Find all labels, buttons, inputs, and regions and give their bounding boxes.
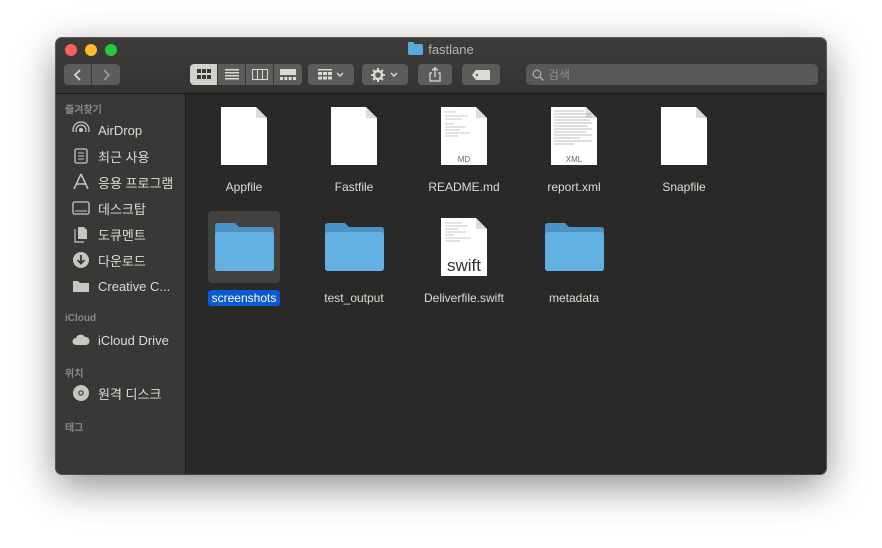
icon-view-button[interactable] (190, 64, 218, 85)
window-title-text: fastlane (428, 42, 474, 57)
toolbar: fastlane (56, 38, 826, 94)
sidebar-item-label: 응용 프로그램 (98, 175, 174, 191)
xml-document-icon: XML (538, 100, 610, 172)
grid-icon (196, 69, 211, 79)
tag-icon (472, 69, 490, 80)
file-item-test-output[interactable]: test_output (304, 211, 404, 307)
sidebar-item-recents[interactable]: 최근 사용 (72, 145, 184, 167)
airdrop-icon (72, 121, 90, 139)
folder-icon (408, 42, 424, 55)
sidebar-item-airdrop[interactable]: AirDrop (72, 119, 184, 141)
file-name: Snapfile (662, 180, 706, 194)
recents-icon (72, 147, 90, 165)
search-icon (532, 69, 544, 81)
chevron-left-icon (73, 68, 81, 81)
folder-icon (318, 211, 390, 283)
search-field[interactable] (526, 64, 818, 85)
sidebar-header-favorites: 즐겨찾기 (65, 105, 102, 116)
gallery-view-button[interactable] (274, 64, 302, 85)
list-view-button[interactable] (218, 64, 246, 85)
downloads-icon (72, 251, 90, 269)
file-grid: Appfile Fastfile MD README.md XML report… (186, 94, 826, 474)
swift-document-icon: swift (428, 211, 500, 283)
sidebar-item-label: 원격 디스크 (98, 386, 162, 402)
sidebar-header-icloud: iCloud (65, 313, 97, 324)
navigation-buttons (64, 64, 120, 85)
file-name: test_output (324, 291, 384, 305)
cloud-icon (72, 331, 90, 349)
file-badge: XML (566, 155, 583, 164)
window-title: fastlane (56, 41, 826, 59)
list-icon (224, 69, 239, 80)
view-mode-selector (190, 64, 302, 85)
sidebar-item-downloads[interactable]: 다운로드 (72, 249, 184, 271)
share-icon (429, 67, 441, 82)
sidebar-item-label: AirDrop (98, 122, 143, 138)
applications-icon (72, 173, 90, 191)
folder-icon (72, 277, 90, 295)
action-button[interactable] (362, 64, 408, 85)
sidebar-item-icloud-drive[interactable]: iCloud Drive (72, 329, 184, 351)
group-grid-icon (318, 69, 344, 80)
group-by-button[interactable] (308, 64, 354, 85)
folder-icon (538, 211, 610, 283)
file-item-metadata[interactable]: metadata (524, 211, 624, 307)
file-name: Appfile (225, 180, 263, 194)
file-name: Deliverfile.swift (423, 291, 504, 305)
file-item-appfile[interactable]: Appfile (194, 100, 294, 196)
file-item-readme[interactable]: MD README.md (414, 100, 514, 196)
blank-document-icon (648, 100, 720, 172)
sidebar-item-documents[interactable]: 도큐멘트 (72, 223, 184, 245)
column-view-button[interactable] (246, 64, 274, 85)
file-item-fastfile[interactable]: Fastfile (304, 100, 404, 196)
sidebar-item-label: 최근 사용 (98, 149, 150, 165)
gear-icon (371, 67, 398, 82)
sidebar-item-label: 도큐멘트 (98, 227, 146, 243)
sidebar-header-locations: 위치 (65, 369, 84, 380)
sidebar-item-creative-cloud[interactable]: Creative C... (72, 275, 184, 297)
desktop-icon (72, 199, 90, 217)
sidebar-item-label: 데스크탑 (98, 201, 146, 217)
sidebar-item-label: Creative C... (98, 278, 171, 294)
file-badge: MD (458, 155, 471, 164)
documents-icon (72, 225, 90, 243)
blank-document-icon (208, 100, 280, 172)
file-item-snapfile[interactable]: Snapfile (634, 100, 734, 196)
sidebar-header-tags: 태그 (65, 423, 84, 434)
remote-disc-icon (72, 384, 90, 402)
file-item-screenshots[interactable]: screenshots (194, 211, 294, 307)
file-name: Fastfile (334, 180, 374, 194)
file-name: metadata (548, 291, 600, 305)
markdown-document-icon: MD (428, 100, 500, 172)
file-item-report[interactable]: XML report.xml (524, 100, 624, 196)
columns-icon (251, 69, 268, 80)
search-input[interactable] (548, 67, 798, 82)
sidebar-item-desktop[interactable]: 데스크탑 (72, 197, 184, 219)
file-name: screenshots (207, 290, 281, 306)
sidebar-item-applications[interactable]: 응용 프로그램 (72, 171, 184, 193)
sidebar: 즐겨찾기 AirDrop 최근 사용 응용 프로그램 데스크탑 도큐멘트 다운로… (56, 94, 186, 474)
gallery-icon (280, 69, 296, 80)
file-item-deliverfile-swift[interactable]: swift Deliverfile.swift (414, 211, 514, 307)
sidebar-item-remote-disc[interactable]: 원격 디스크 (72, 382, 184, 404)
chevron-right-icon (103, 68, 111, 81)
share-button[interactable] (418, 64, 452, 85)
file-badge: swift (447, 256, 481, 275)
sidebar-item-label: iCloud Drive (98, 332, 169, 348)
forward-button[interactable] (92, 64, 120, 85)
file-name: README.md (428, 180, 500, 194)
blank-document-icon (318, 100, 390, 172)
folder-icon (208, 211, 280, 283)
sidebar-item-label: 다운로드 (98, 253, 146, 269)
finder-window: fastlane 검색 즐겨찾기 AirDrop 최근 사용 응용 프로그램 데… (56, 38, 826, 474)
back-button[interactable] (64, 64, 92, 85)
file-name: report.xml (547, 180, 601, 194)
tags-button[interactable] (462, 64, 500, 85)
